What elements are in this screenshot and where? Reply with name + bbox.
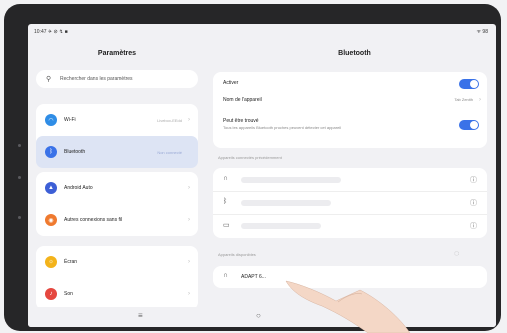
pointing-hand [285, 280, 411, 333]
